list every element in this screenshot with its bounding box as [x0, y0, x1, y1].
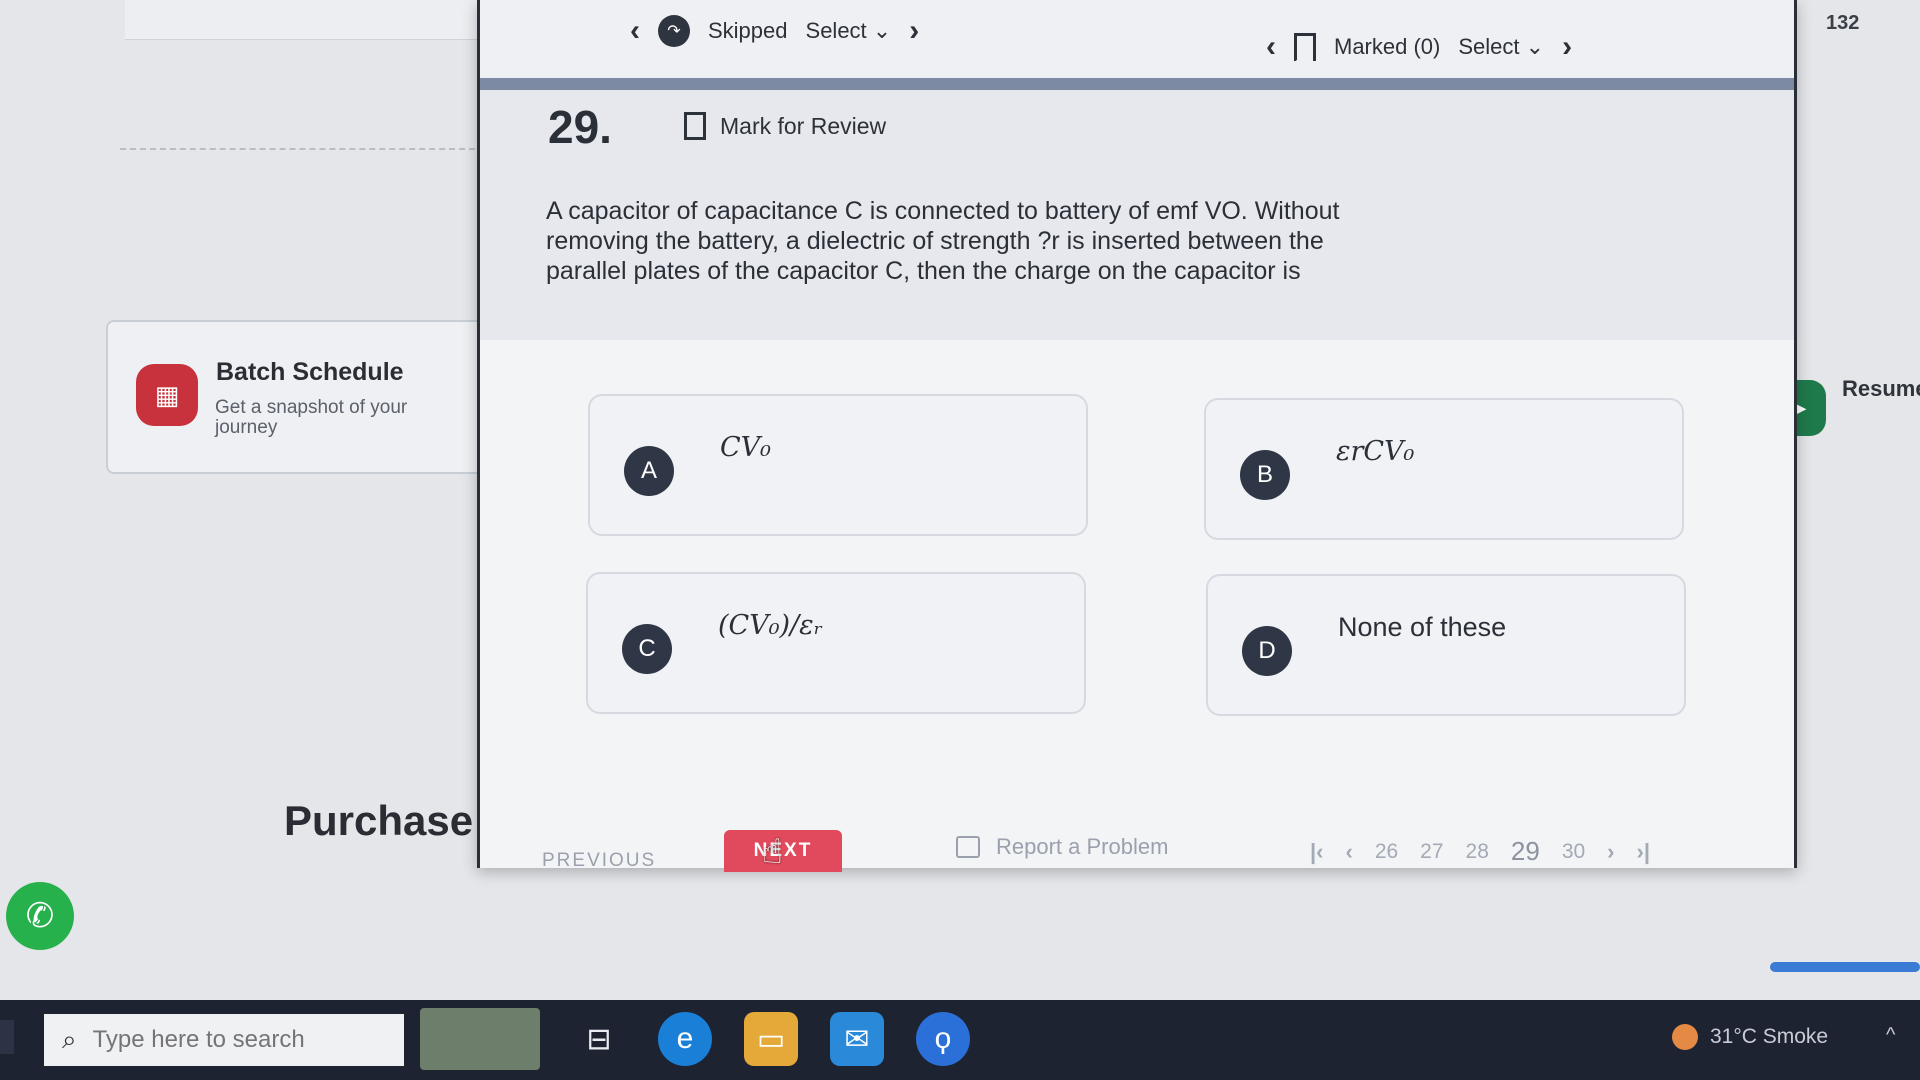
nav-accent-strip [480, 78, 1794, 90]
page-28[interactable]: 28 [1466, 840, 1489, 864]
previous-button[interactable]: PREVIOUS [542, 850, 656, 872]
first-page-icon[interactable]: |‹ [1310, 839, 1323, 865]
app-icon[interactable]: ϙ [916, 1012, 970, 1066]
last-page-icon[interactable]: ›| [1637, 839, 1650, 865]
pagination: |‹ ‹ 26 27 28 29 30 › ›| [1310, 836, 1650, 867]
chevron-up-icon[interactable]: ^ [1886, 1024, 1895, 1047]
taskbar-icons: ⊟ e ▭ ✉ ϙ [420, 1008, 970, 1070]
batch-schedule-subtitle: Get a snapshot of your journey [215, 397, 408, 438]
mark-for-review-button[interactable]: Mark for Review [684, 112, 886, 140]
page-30[interactable]: 30 [1562, 840, 1585, 864]
marked-select-button[interactable]: Select ⌄ [1458, 34, 1544, 60]
weather-icon [1672, 1024, 1698, 1050]
option-b-badge: B [1240, 450, 1290, 500]
option-a-badge: A [624, 446, 674, 496]
chevron-right-icon[interactable]: › [909, 14, 919, 48]
report-problem-label: Report a Problem [996, 834, 1169, 859]
report-problem-button[interactable]: Report a Problem [956, 834, 1168, 860]
option-c[interactable]: C (CV₀)/εᵣ [586, 572, 1086, 714]
option-a[interactable]: A CV₀ [588, 394, 1088, 536]
bookmark-icon [684, 112, 706, 140]
skipped-select-button[interactable]: Select ⌄ [806, 18, 892, 44]
option-d-badge: D [1242, 626, 1292, 676]
chevron-down-icon: ⌄ [1525, 34, 1545, 59]
calendar-icon: ▦ [136, 364, 198, 426]
progress-bar [1770, 962, 1920, 972]
chevron-down-icon: ⌄ [872, 18, 892, 43]
start-button[interactable] [0, 1020, 14, 1054]
bookmark-icon [1294, 33, 1316, 61]
purchase-heading: Purchase [284, 797, 474, 844]
search-icon: ⌕ [62, 1024, 77, 1054]
question-counter: 132 [1826, 12, 1860, 34]
next-page-icon[interactable]: › [1607, 839, 1614, 865]
marked-label: Marked (0) [1334, 34, 1441, 59]
skip-icon: ↷ [658, 15, 690, 47]
whatsapp-icon[interactable]: ✆ [6, 882, 74, 950]
skipped-nav: ‹ ↷ Skipped Select ⌄ › [630, 14, 919, 48]
chevron-left-icon[interactable]: ‹ [1266, 30, 1276, 64]
prev-page-icon[interactable]: ‹ [1345, 839, 1352, 865]
skipped-label: Skipped [708, 18, 788, 43]
option-b-text: εrCV₀ [1336, 436, 1415, 467]
task-view-icon[interactable]: ⊟ [572, 1012, 626, 1066]
batch-schedule-title: Batch Schedule [216, 358, 404, 386]
option-d-text: None of these [1338, 612, 1507, 642]
search-input[interactable] [92, 1026, 373, 1054]
option-b[interactable]: B εrCV₀ [1204, 398, 1684, 540]
hand-cursor-icon: ☝ [762, 833, 783, 871]
mail-icon[interactable]: ✉ [830, 1012, 884, 1066]
file-explorer-icon[interactable]: ▭ [744, 1012, 798, 1066]
chevron-right-icon[interactable]: › [1562, 30, 1572, 64]
question-footer: PREVIOUS NEXT Report a Problem |‹ ‹ 26 2… [480, 820, 1794, 872]
marked-nav: ‹ Marked (0) Select ⌄ › [1266, 30, 1572, 64]
next-button[interactable]: NEXT [724, 830, 842, 872]
system-tray-weather[interactable]: 31°C Smoke [1672, 1024, 1828, 1050]
edge-browser-icon[interactable]: e [658, 1012, 712, 1066]
background-divider [120, 148, 495, 150]
option-c-text: (CV₀)/εᵣ [718, 610, 824, 641]
option-d[interactable]: D None of these [1206, 574, 1686, 716]
page-26[interactable]: 26 [1375, 840, 1398, 864]
background-top-box [125, 0, 495, 40]
taskbar: ⌕ ⊟ e ▭ ✉ ϙ 31°C Smoke ^ [0, 1000, 1920, 1080]
weather-text: 31°C Smoke [1710, 1025, 1829, 1048]
mark-for-review-label: Mark for Review [720, 112, 887, 139]
widget-thumbnail[interactable] [420, 1008, 540, 1070]
quiz-dialog: ‹ ↷ Skipped Select ⌄ › ‹ Marked (0) Sele… [477, 0, 1797, 872]
question-text: A capacitor of capacitance C is connecte… [546, 197, 1340, 285]
option-c-badge: C [622, 624, 672, 674]
chevron-left-icon[interactable]: ‹ [630, 14, 640, 48]
page-27[interactable]: 27 [1420, 840, 1443, 864]
flag-icon [956, 836, 980, 858]
page-29-current[interactable]: 29 [1511, 836, 1540, 867]
question-number: 29. [548, 101, 612, 153]
skipped-select-label: Select [805, 18, 867, 43]
batch-schedule-card[interactable]: ▦ Batch Schedule Get a snapshot of your … [106, 320, 501, 474]
option-a-text: CV₀ [720, 432, 771, 463]
resume-label[interactable]: Resume [1842, 376, 1920, 402]
marked-select-label: Select [1458, 34, 1520, 59]
taskbar-search[interactable]: ⌕ [44, 1014, 404, 1066]
